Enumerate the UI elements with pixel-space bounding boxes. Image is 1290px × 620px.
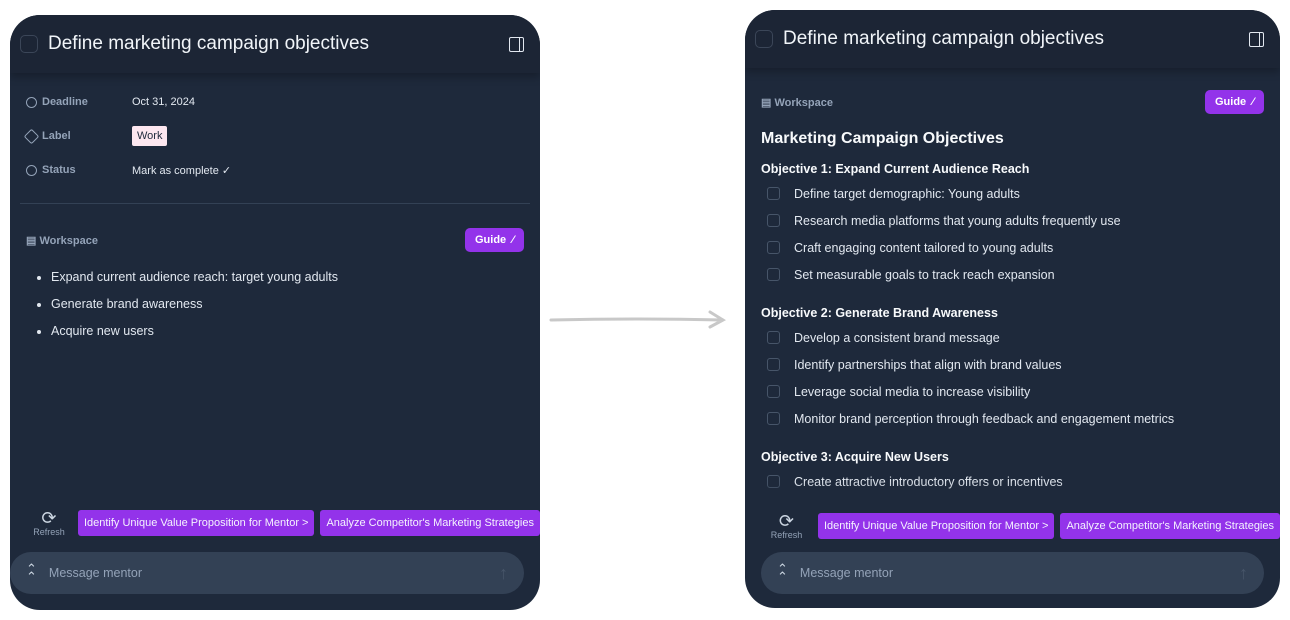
todo-checkbox[interactable] [767, 412, 780, 425]
workspace-editor[interactable]: Expand current audience reach: target yo… [10, 270, 540, 351]
todo-text: Develop a consistent brand message [794, 330, 1000, 345]
send-icon[interactable]: ↑ [499, 563, 508, 584]
doc-title: Marketing Campaign Objectives [761, 130, 1004, 147]
todo-item: Develop a consistent brand message [745, 324, 1280, 351]
suggestion-chip[interactable]: Analyze Competitor's Marketing Strategie… [320, 510, 540, 536]
refresh-label: Refresh [33, 527, 65, 537]
sidebar-toggle-icon[interactable] [509, 36, 524, 52]
magic-wand-icon: ⁄ [512, 234, 514, 246]
todo-item: Monitor brand perception through feedbac… [745, 405, 1280, 432]
list-item: Generate brand awareness [51, 297, 540, 324]
guide-label: Guide [474, 234, 507, 246]
list-item: Acquire new users [51, 324, 540, 351]
label-tag[interactable]: Work [132, 126, 168, 146]
objective-heading: Objective 2: Generate Brand Awareness [761, 306, 998, 320]
refresh-button[interactable]: ⟳ Refresh [767, 512, 806, 540]
todo-checkbox[interactable] [767, 214, 780, 227]
todo-checkbox[interactable] [767, 385, 780, 398]
todo-text: Define target demographic: Young adults [794, 186, 1020, 201]
deadline-label: Deadline [42, 96, 88, 108]
refresh-button[interactable]: ⟳ Refresh [32, 509, 66, 537]
todo-text: Identify partnerships that align with br… [794, 357, 1062, 372]
task-panel-after: Define marketing campaign objectives ▤ W… [745, 10, 1280, 608]
mark-complete-button[interactable]: Mark as complete ✓ [132, 164, 231, 177]
status-label: Status [42, 164, 76, 176]
guide-button[interactable]: Guide ⁄ [464, 228, 524, 252]
refresh-icon: ⟳ [41, 508, 57, 528]
label-row: Label Work [10, 119, 540, 153]
expand-icon[interactable]: ⌃ ⌃ [26, 562, 37, 583]
deadline-value[interactable]: Oct 31, 2024 [132, 96, 195, 108]
todo-checkbox[interactable] [767, 241, 780, 254]
task-checkbox[interactable] [755, 30, 773, 48]
objective-heading: Objective 3: Acquire New Users [761, 450, 949, 464]
workspace-heading: ▤ Workspace [26, 234, 98, 247]
objective-heading: Objective 1: Expand Current Audience Rea… [761, 162, 1030, 176]
expand-icon[interactable]: ⌃ ⌃ [777, 562, 788, 583]
refresh-label: Refresh [770, 530, 803, 540]
suggestion-bar: ⟳ Refresh Identify Unique Value Propositi… [10, 509, 540, 537]
send-icon[interactable]: ↑ [1239, 563, 1248, 584]
sidebar-toggle-icon[interactable] [1249, 31, 1264, 47]
document-icon: ▤ [761, 96, 775, 109]
list-item: Expand current audience reach: target yo… [51, 270, 540, 297]
todo-item: Identify partnerships that align with br… [745, 351, 1280, 378]
todo-checkbox[interactable] [767, 187, 780, 200]
status-row: Status Mark as complete ✓ [10, 153, 540, 187]
task-panel-before: Define marketing campaign objectives Dea… [10, 15, 540, 610]
todo-item: Craft engaging content tailored to young… [745, 234, 1280, 261]
todo-text: Research media platforms that young adul… [794, 213, 1121, 228]
todo-item: Leverage social media to increase visibi… [745, 378, 1280, 405]
suggestion-bar: ⟳ Refresh Identify Unique Value Propositi… [745, 512, 1280, 540]
message-placeholder: Message mentor [799, 566, 894, 580]
suggestion-chip[interactable]: Identify Unique Value Proposition for Me… [77, 510, 315, 536]
deadline-row: Deadline Oct 31, 2024 [10, 85, 540, 119]
clock-icon [26, 164, 37, 176]
document-icon: ▤ [26, 234, 40, 247]
message-input[interactable]: ⌃ ⌃ Message mentor ↑ [761, 552, 1264, 594]
todo-text: Leverage social media to increase visibi… [794, 384, 1031, 399]
todo-checkbox[interactable] [767, 268, 780, 281]
magic-wand-icon: ⁄ [1252, 96, 1254, 108]
todo-checkbox[interactable] [767, 331, 780, 344]
message-placeholder: Message mentor [48, 566, 143, 580]
clock-icon [26, 96, 37, 108]
suggestion-chip[interactable]: Identify Unique Value Proposition for Me… [817, 513, 1055, 539]
refresh-icon: ⟳ [778, 511, 795, 531]
workspace-label: Workspace [39, 234, 98, 247]
label-label: Label [42, 130, 71, 142]
task-title: Define marketing campaign objectives [48, 33, 370, 54]
guide-button[interactable]: Guide ⁄ [1204, 90, 1264, 114]
todo-item: Research media platforms that young adul… [745, 207, 1280, 234]
todo-text: Craft engaging content tailored to young… [794, 240, 1054, 255]
divider [20, 203, 530, 204]
task-header: Define marketing campaign objectives [10, 15, 540, 73]
task-header: Define marketing campaign objectives [745, 10, 1280, 68]
todo-item: Set measurable goals to track reach expa… [745, 261, 1280, 288]
message-input[interactable]: ⌃ ⌃ Message mentor ↑ [10, 552, 524, 594]
task-checkbox[interactable] [20, 35, 38, 53]
tag-icon [23, 128, 40, 144]
task-title: Define marketing campaign objectives [783, 28, 1105, 49]
suggestion-chip[interactable]: Analyze Competitor's Marketing Strategie… [1060, 513, 1280, 539]
todo-text: Monitor brand perception through feedbac… [794, 411, 1175, 426]
todo-item: Define target demographic: Young adults [745, 180, 1280, 207]
todo-checkbox[interactable] [767, 358, 780, 371]
arrow-icon [549, 310, 727, 329]
objectives-list: Objective 1: Expand Current Audience Rea… [745, 162, 1280, 495]
todo-text: Set measurable goals to track reach expa… [794, 267, 1055, 282]
guide-label: Guide [1214, 96, 1247, 108]
workspace-label: Workspace [774, 96, 833, 109]
workspace-heading: ▤ Workspace [761, 96, 833, 109]
